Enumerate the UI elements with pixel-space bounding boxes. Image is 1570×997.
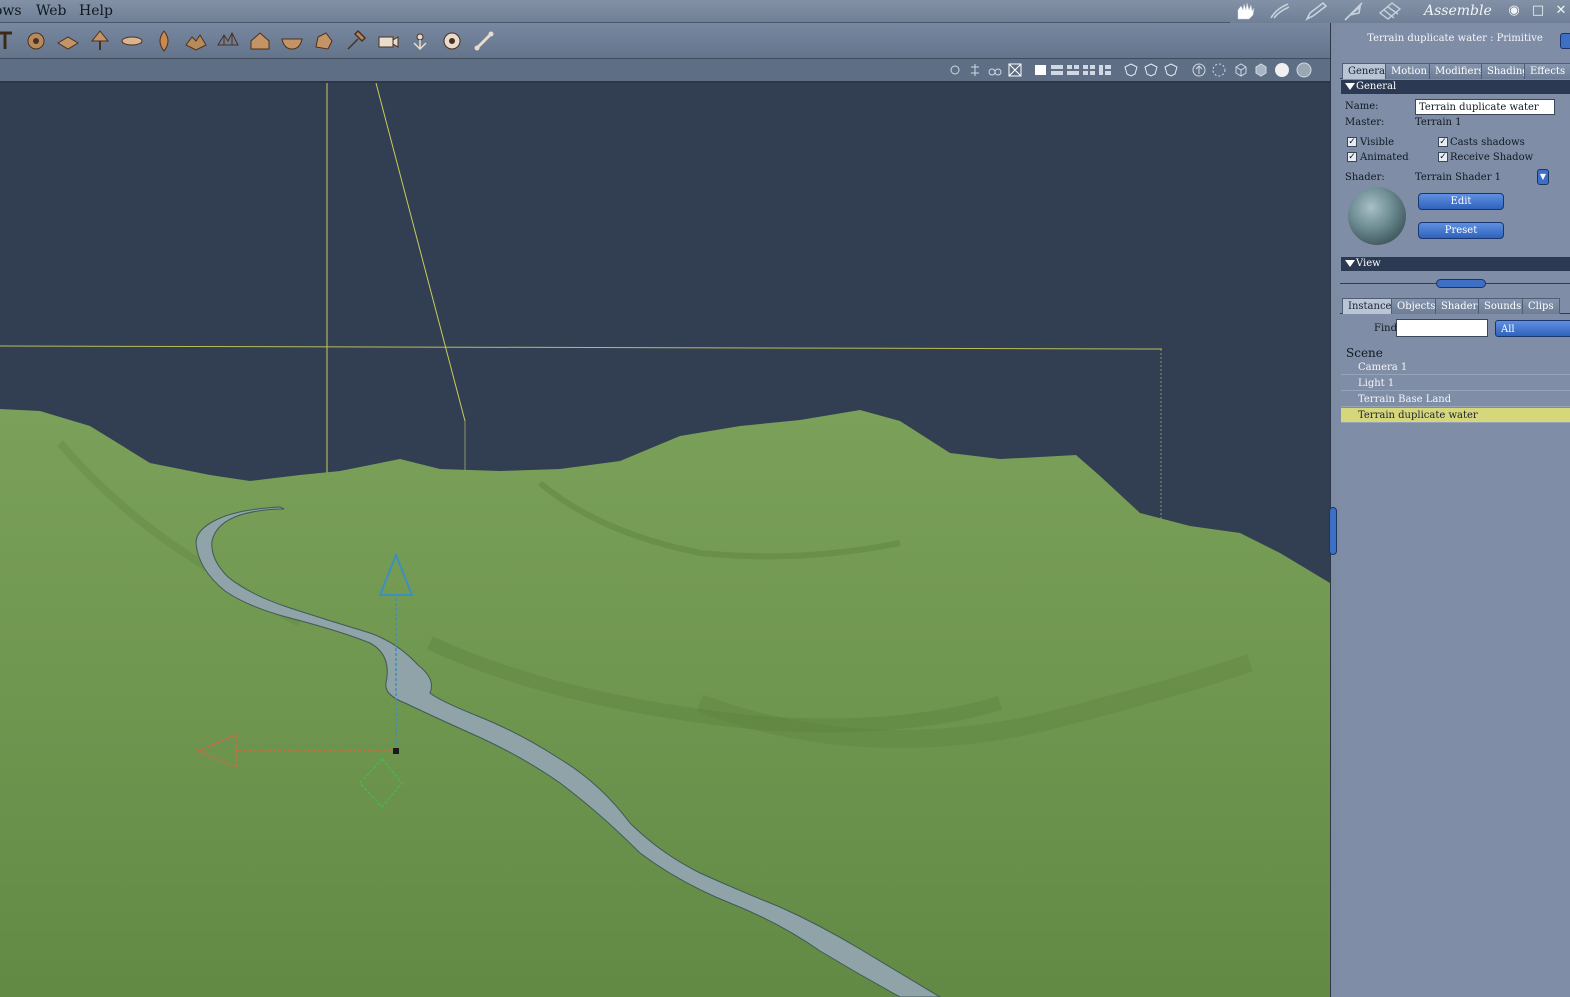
layout-split-h-icon[interactable] <box>1050 63 1064 77</box>
bone-icon[interactable] <box>472 29 496 53</box>
shield-view-2-icon[interactable] <box>1144 63 1158 77</box>
layout-quad-icon[interactable] <box>1082 63 1096 77</box>
rock-icon[interactable] <box>312 29 336 53</box>
menu-bar: ows Web Help <box>0 0 1332 23</box>
tab-sounds[interactable]: Sounds <box>1478 298 1528 314</box>
tree-icon[interactable] <box>88 29 112 53</box>
dotted-sphere-icon[interactable] <box>1212 63 1226 77</box>
find-input[interactable] <box>1396 319 1488 337</box>
master-label: Master: <box>1345 117 1385 128</box>
visible-checkbox[interactable]: ✓ <box>1347 137 1357 147</box>
menu-web[interactable]: Web <box>36 3 67 19</box>
vertical-splitter-handle[interactable] <box>1436 279 1486 288</box>
shader-preview-sphere[interactable] <box>1348 187 1406 245</box>
terrain-scene[interactable] <box>0 83 1330 997</box>
master-value: Terrain 1 <box>1415 117 1462 128</box>
menu-help[interactable]: Help <box>79 3 113 19</box>
hammer-icon[interactable] <box>344 29 368 53</box>
section-general[interactable]: General <box>1341 80 1570 94</box>
textured-shaded-icon[interactable] <box>1296 62 1312 78</box>
shield-view-1-icon[interactable] <box>1124 63 1138 77</box>
feather-icon[interactable] <box>1342 1 1366 21</box>
group-icon[interactable] <box>988 63 1002 77</box>
scene-item-light[interactable]: Light 1 <box>1341 376 1570 391</box>
terrain-icon[interactable] <box>184 29 208 53</box>
camera-frustum-line <box>375 83 466 422</box>
tab-effects[interactable]: Effects <box>1524 63 1570 79</box>
bowl-icon[interactable] <box>280 29 304 53</box>
scene-item-camera[interactable]: Camera 1 <box>1341 360 1570 375</box>
scene-item-terrain-water[interactable]: Terrain duplicate water <box>1341 408 1570 423</box>
receive-shadow-label: Receive Shadow <box>1450 152 1534 163</box>
preset-button[interactable]: Preset <box>1418 222 1504 239</box>
section-general-label: General <box>1356 81 1397 92</box>
layout-single-icon[interactable] <box>1034 63 1048 77</box>
panel-collapse-button[interactable] <box>1560 33 1570 49</box>
camera-icon[interactable] <box>376 29 400 53</box>
visible-label: Visible <box>1360 137 1395 148</box>
close-icon[interactable]: ✕ <box>1553 3 1569 19</box>
animated-label: Animated <box>1360 152 1409 163</box>
shield-view-3-icon[interactable] <box>1164 63 1178 77</box>
room-label-assemble[interactable]: Assemble <box>1424 3 1492 19</box>
section-view[interactable]: View <box>1341 257 1570 271</box>
animated-checkbox[interactable]: ✓ <box>1347 152 1357 162</box>
filter-dropdown[interactable]: All <box>1495 320 1570 337</box>
bounding-box-line <box>0 345 1163 350</box>
solid-cube-icon[interactable] <box>1254 63 1268 77</box>
snap-icon[interactable] <box>1008 63 1022 77</box>
shader-dropdown-icon[interactable]: ▼ <box>1537 169 1549 185</box>
casts-shadows-checkbox[interactable]: ✓ <box>1438 137 1448 147</box>
name-label: Name: <box>1345 101 1379 112</box>
splitter-handle[interactable] <box>1329 507 1337 555</box>
wireframe-cube-icon[interactable] <box>1234 63 1248 77</box>
panel-title: Terrain duplicate water : Primitive <box>1367 33 1543 44</box>
tab-motion[interactable]: Motion <box>1385 63 1433 79</box>
paint-brush-icon[interactable] <box>1268 1 1292 21</box>
pencil-icon[interactable] <box>1304 1 1328 21</box>
app-window: ows Web Help Assemble ◉ □ ✕ <box>0 0 1570 997</box>
align-icon[interactable] <box>968 63 982 77</box>
expand-triangle-icon <box>1345 83 1355 90</box>
casts-shadows-label: Casts shadows <box>1450 137 1525 148</box>
layout-custom-icon[interactable] <box>1098 63 1112 77</box>
terrain-wire-icon[interactable] <box>216 29 240 53</box>
edit-button[interactable]: Edit <box>1418 193 1504 210</box>
expand-triangle-icon <box>1345 260 1355 267</box>
scene-item-terrain-base[interactable]: Terrain Base Land <box>1341 392 1570 407</box>
tab-objects[interactable]: Objects <box>1391 298 1442 314</box>
property-tabs: General Motion Modifiers Shading Effects <box>1340 63 1570 79</box>
hand-icon[interactable] <box>1234 1 1258 21</box>
smooth-shaded-icon[interactable] <box>1274 62 1290 78</box>
move-camera-icon[interactable] <box>948 63 962 77</box>
maximize-icon[interactable]: □ <box>1530 3 1546 19</box>
house-icon[interactable] <box>248 29 272 53</box>
shader-label: Shader: <box>1345 172 1385 183</box>
receive-shadow-checkbox[interactable]: ✓ <box>1438 152 1448 162</box>
plane-icon[interactable] <box>56 29 80 53</box>
film-icon[interactable] <box>1378 1 1402 21</box>
bounding-box-icon[interactable] <box>1192 63 1206 77</box>
layout-split-three-icon[interactable] <box>1066 63 1080 77</box>
gear-cluster-icon[interactable] <box>24 29 48 53</box>
properties-panel: Terrain duplicate water : Primitive Gene… <box>1340 23 1570 997</box>
eye-icon[interactable]: ◉ <box>1506 3 1522 19</box>
tab-clips[interactable]: Clips <box>1522 298 1560 314</box>
light-icon[interactable] <box>408 29 432 53</box>
menu-windows[interactable]: ows <box>0 3 22 19</box>
target-icon[interactable] <box>440 29 464 53</box>
browser-tabs: Instances Objects Shaders Sounds Clips <box>1340 298 1570 314</box>
section-view-label: View <box>1356 258 1381 269</box>
text-tool-icon[interactable] <box>0 29 20 53</box>
flame-icon[interactable] <box>152 29 176 53</box>
cloud-icon[interactable] <box>120 29 144 53</box>
shader-value: Terrain Shader 1 <box>1415 172 1502 183</box>
scene-title: Scene <box>1346 346 1383 360</box>
name-field[interactable] <box>1415 99 1555 115</box>
3d-viewport[interactable] <box>0 83 1330 997</box>
